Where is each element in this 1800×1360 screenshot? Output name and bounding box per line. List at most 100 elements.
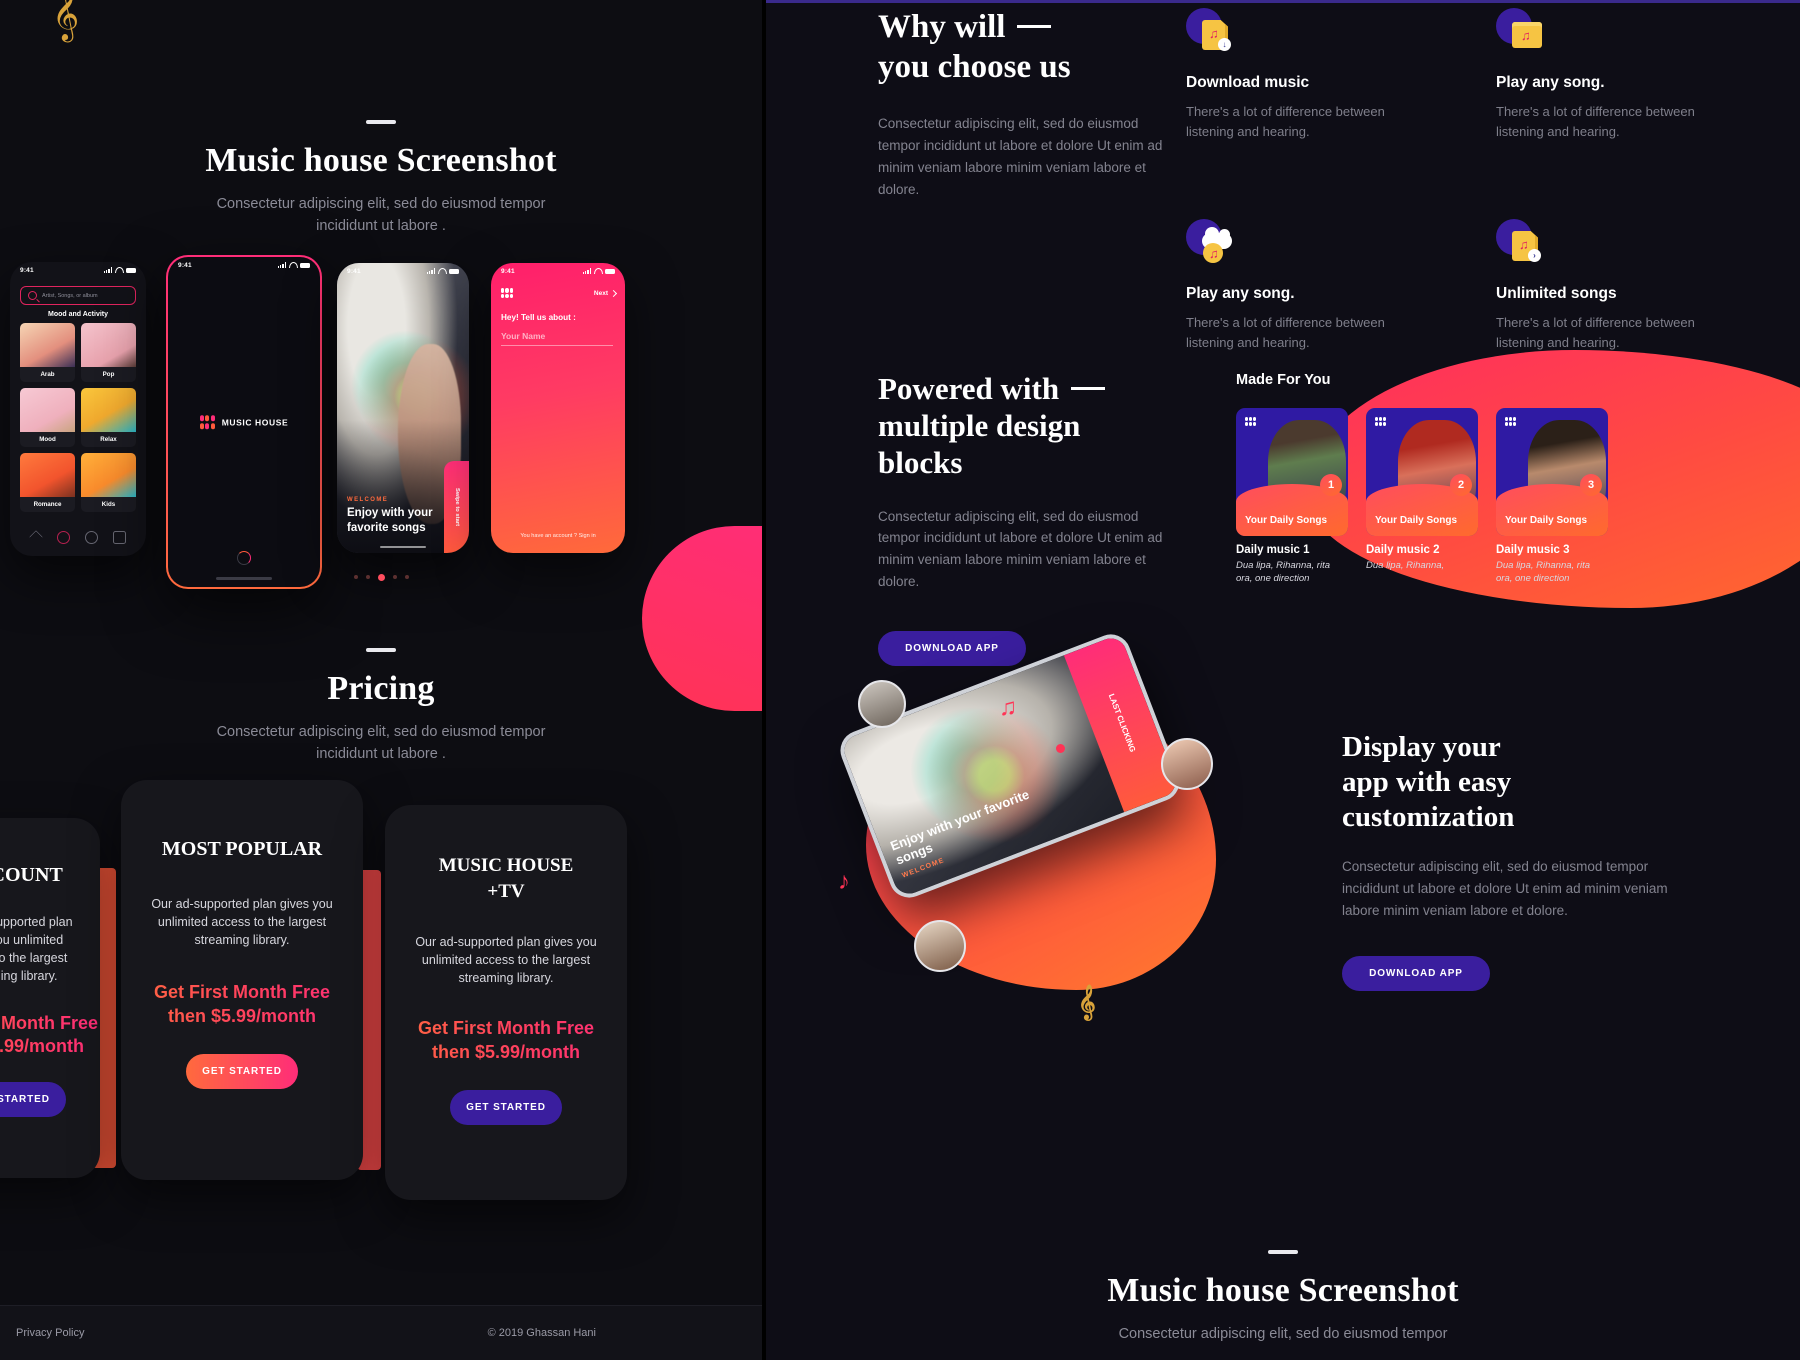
- playlist-overlay-title: Your Daily Songs: [1245, 514, 1328, 526]
- signal-icon: [277, 262, 286, 268]
- plan-description: Our ad-supported plan gives you unlimite…: [0, 915, 73, 984]
- bottom-section-title: Music house Screenshot: [1107, 1272, 1459, 1310]
- mood-card[interactable]: Relax: [81, 388, 136, 447]
- powered-body: Consectetur adipiscing elit, sed do eius…: [878, 508, 1163, 590]
- discover-icon[interactable]: [56, 531, 70, 544]
- name-field[interactable]: Your Name: [501, 331, 613, 346]
- feature-title: Play any song.: [1186, 285, 1295, 302]
- brand-lockup: MUSIC HOUSE: [168, 415, 320, 429]
- privacy-policy-link[interactable]: Privacy Policy: [16, 1327, 84, 1339]
- mood-label: Romance: [33, 501, 62, 508]
- phone-mockup-carousel[interactable]: 9:41 Artist, Songs, or album Mood and Ac…: [0, 255, 762, 587]
- mood-label: Arab: [40, 371, 55, 378]
- music-house-logo-icon: [501, 288, 514, 299]
- display-title-line1: Display your: [1342, 731, 1501, 763]
- tab-bar[interactable]: [10, 530, 146, 544]
- playlist-overlay-title: Your Daily Songs: [1375, 514, 1458, 526]
- phone-mockup-welcome[interactable]: 9:41 WELCOME Enjoy with your favorite so…: [337, 263, 469, 553]
- mood-card[interactable]: Romance: [20, 453, 75, 512]
- phone-mockup-splash[interactable]: 9:41 MUSIC HOUSE: [166, 255, 322, 589]
- feature-title: Unlimited songs: [1496, 285, 1617, 302]
- phone-mockup-onboarding-form[interactable]: 9:41 Next Hey! Tell us about : Your Name: [491, 263, 625, 553]
- plan-name-suffix: +TV: [487, 881, 525, 902]
- carousel-dot[interactable]: [392, 575, 397, 579]
- pricing-card-music-house-tv[interactable]: MUSIC HOUSE +TV Our ad-supported plan gi…: [385, 805, 627, 1200]
- treble-clef-icon: 𝄞: [1078, 986, 1096, 1019]
- signal-icon: [582, 268, 591, 274]
- library-icon[interactable]: [113, 531, 127, 544]
- music-note-icon: ♪: [838, 868, 850, 895]
- playlist-badge: 1: [1320, 474, 1342, 496]
- feature-item-download-music: ♫ ↓ Download music There's a lot of diff…: [1186, 8, 1496, 141]
- swipe-to-start-button[interactable]: Swipe to start: [444, 461, 469, 553]
- mood-card[interactable]: Kids: [81, 453, 136, 512]
- playlist-artwork: 1 Your Daily Songs: [1236, 408, 1348, 536]
- music-house-logo-icon: [1375, 417, 1387, 427]
- dot-accent-icon: [1056, 744, 1065, 753]
- sign-in-link[interactable]: You have an account ? Sign in: [491, 533, 625, 539]
- status-time: 9:41: [347, 267, 361, 275]
- plan-price: Get First Month Free then $5.99/month: [0, 1012, 100, 1059]
- pricing-section: Pricing Consectetur adipiscing elit, sed…: [0, 525, 762, 1200]
- mood-label: Pop: [102, 371, 115, 378]
- next-button[interactable]: Next: [594, 289, 618, 298]
- music-cloud-icon: ♫: [1186, 219, 1238, 267]
- battery-icon: [449, 268, 459, 274]
- music-house-logo-icon: [1245, 417, 1257, 427]
- search-placeholder: Artist, Songs, or album: [42, 292, 98, 299]
- section-rule: [366, 120, 396, 124]
- playlist-card[interactable]: 2 Your Daily Songs Daily music 2 Dua lip…: [1366, 408, 1478, 586]
- playlist-badge: 3: [1580, 474, 1602, 496]
- plan-price-line2: then $5.99/month: [121, 1005, 363, 1028]
- powered-title-line2: multiple design: [878, 408, 1081, 444]
- carousel-dot[interactable]: [353, 575, 358, 579]
- playlist-badge: 2: [1450, 474, 1472, 496]
- playlist-card[interactable]: 1 Your Daily Songs Daily music 1 Dua lip…: [1236, 408, 1348, 586]
- display-body: Consectetur adipiscing elit, sed do eius…: [1342, 859, 1668, 919]
- section-subtitle: Consectetur adipiscing elit, sed do eius…: [216, 196, 546, 234]
- clock-icon[interactable]: [85, 531, 99, 544]
- carousel-dot-active[interactable]: [377, 573, 385, 581]
- form-question: Hey! Tell us about :: [501, 313, 576, 322]
- chevron-right-icon: [609, 289, 618, 298]
- playlist-overlay-title: Your Daily Songs: [1505, 514, 1588, 526]
- mood-card[interactable]: Mood: [20, 388, 75, 447]
- mood-card[interactable]: Pop: [81, 323, 136, 382]
- download-app-button[interactable]: DOWNLOAD APP: [1342, 955, 1490, 991]
- carousel-dots[interactable]: [0, 573, 762, 581]
- made-for-you-cards: 1 Your Daily Songs Daily music 1 Dua lip…: [1236, 408, 1608, 586]
- playlist-name: Daily music 2: [1366, 544, 1440, 556]
- signal-icon: [103, 267, 112, 273]
- mood-thumb: [20, 453, 75, 497]
- pricing-title: Pricing: [327, 670, 435, 707]
- status-bar: 9:41: [337, 263, 469, 279]
- get-started-button[interactable]: GET STARTED: [186, 1054, 298, 1090]
- treble-clef-icon: 𝄞: [52, 0, 80, 39]
- status-time: 9:41: [178, 261, 192, 269]
- signal-icon: [426, 268, 435, 274]
- mood-card[interactable]: Arab: [20, 323, 75, 382]
- screenshot-section-header: Music house Screenshot Consectetur adipi…: [0, 120, 762, 238]
- why-title-text: Why will: [878, 9, 1006, 45]
- get-started-button[interactable]: GET STARTED: [0, 1082, 66, 1118]
- section-rule: [1268, 1250, 1298, 1255]
- plan-name: MOST POPULAR: [161, 838, 323, 860]
- pricing-card-most-popular[interactable]: MOST POPULAR Our ad-supported plan gives…: [121, 780, 363, 1180]
- music-file-download-icon: ♫ ↓: [1186, 8, 1238, 56]
- status-icons: [426, 268, 459, 274]
- home-icon[interactable]: [28, 530, 43, 544]
- phone-mockup-browse[interactable]: 9:41 Artist, Songs, or album Mood and Ac…: [10, 262, 146, 556]
- carousel-dot[interactable]: [365, 575, 370, 579]
- pricing-card-discount[interactable]: DISCOUNT Our ad-supported plan gives you…: [0, 818, 100, 1178]
- avatar: [1161, 738, 1213, 790]
- avatar: [858, 680, 906, 728]
- plan-description: Our ad-supported plan gives you unlimite…: [151, 897, 333, 948]
- status-time: 9:41: [20, 266, 34, 274]
- why-body: Consectetur adipiscing elit, sed do eius…: [878, 116, 1163, 197]
- search-input[interactable]: Artist, Songs, or album: [20, 286, 136, 305]
- mood-label: Relax: [100, 436, 117, 443]
- playlist-artists: Dua lipa, Rihanna, rita ora, one directi…: [1496, 560, 1590, 584]
- carousel-dot[interactable]: [404, 575, 409, 579]
- get-started-button[interactable]: GET STARTED: [450, 1090, 562, 1126]
- playlist-card[interactable]: 3 Your Daily Songs Daily music 3 Dua lip…: [1496, 408, 1608, 586]
